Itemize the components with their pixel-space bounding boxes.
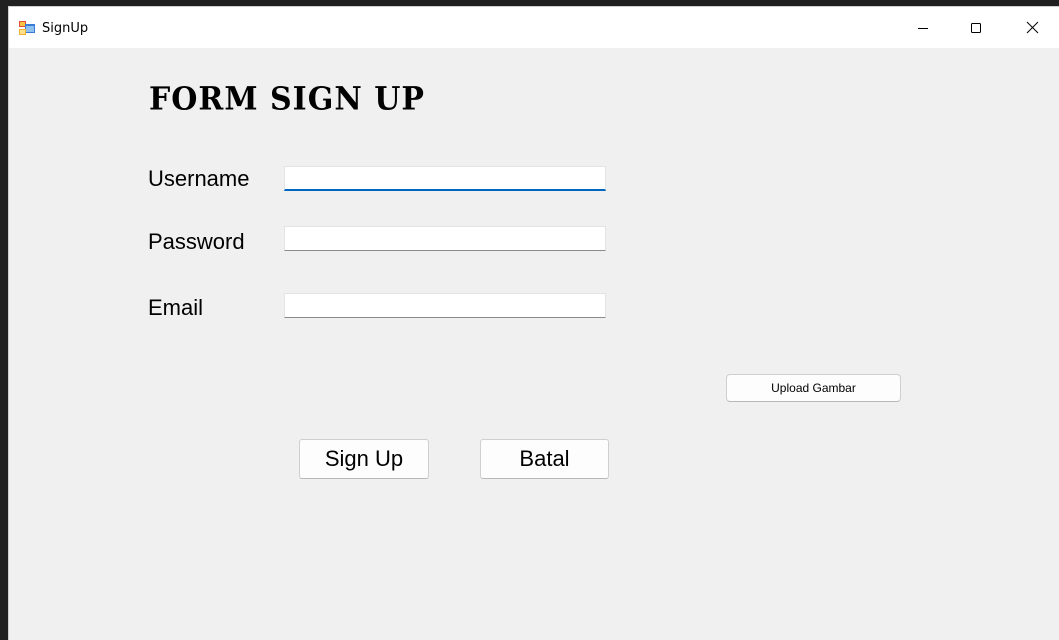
- cancel-button-label: Batal: [519, 446, 570, 471]
- signup-button[interactable]: Sign Up: [299, 439, 429, 479]
- maximize-icon: [970, 22, 982, 34]
- upload-image-button-label: Upload Gambar: [771, 381, 856, 395]
- cancel-button[interactable]: Batal: [480, 439, 609, 479]
- app-icon: [19, 20, 35, 36]
- email-input[interactable]: [284, 293, 606, 318]
- maximize-button[interactable]: [953, 7, 999, 48]
- username-label: Username: [148, 166, 250, 191]
- window-title: SignUp: [42, 21, 89, 36]
- password-input[interactable]: [284, 226, 606, 251]
- password-label: Password: [148, 229, 245, 254]
- upload-image-button[interactable]: Upload Gambar: [726, 374, 901, 402]
- minimize-icon: [917, 22, 929, 34]
- signup-button-label: Sign Up: [324, 446, 404, 471]
- signup-window: SignUp FORM SIGN UP Username Password Em…: [9, 7, 1059, 640]
- form-title: FORM SIGN UP: [149, 81, 425, 118]
- close-button[interactable]: [1009, 7, 1055, 48]
- username-input[interactable]: [284, 166, 606, 191]
- email-label: Email: [148, 295, 204, 320]
- minimize-button[interactable]: [900, 7, 946, 48]
- title-bar[interactable]: SignUp: [9, 7, 1059, 48]
- close-icon: [1026, 21, 1039, 34]
